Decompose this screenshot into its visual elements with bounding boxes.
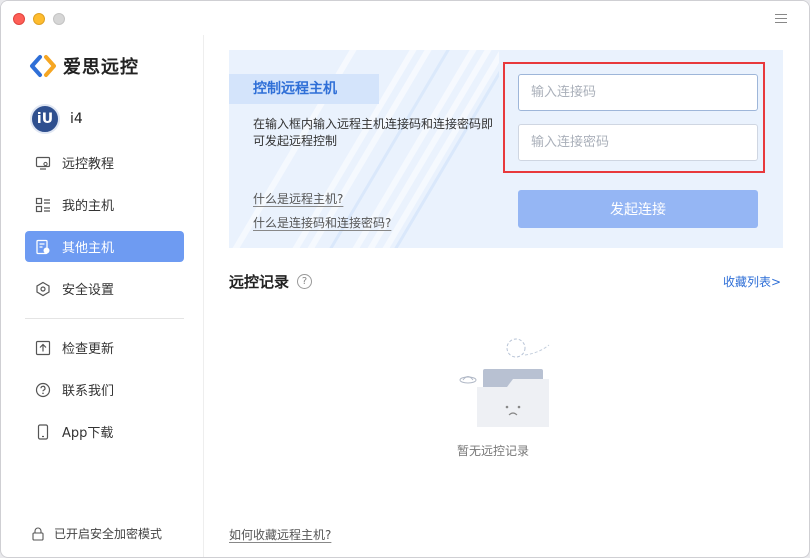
app-window: 爱思远控 iU i4 远控教程 我的主机 其他主机 安全设置 检查更新 联系我们… [0,0,810,558]
secure-mode-status: 已开启安全加密模式 [31,525,162,542]
help-icon[interactable]: ? [297,274,313,289]
user-profile[interactable]: iU i4 [30,104,83,134]
nav-item-label: 联系我们 [62,384,115,399]
favorites-list-link[interactable]: 收藏列表> [723,273,781,290]
app-name: 爱思远控 [63,57,139,78]
nav-item-my-hosts[interactable]: 我的主机 [25,189,184,220]
logo-icon [30,55,56,77]
connection-code-input[interactable] [518,74,758,111]
nav-item-label: App下载 [62,426,114,441]
titlebar [1,1,809,35]
app-logo: 爱思远控 [29,53,139,79]
close-window-button[interactable] [13,13,25,25]
lock-icon [32,527,44,541]
menu-icon[interactable] [775,11,787,24]
nav-item-security[interactable]: 安全设置 [25,273,184,304]
nav-item-app-download[interactable]: App下载 [25,416,184,447]
banner-title: 控制远程主机 [229,74,379,104]
nav-item-label: 远控教程 [62,157,115,172]
sidebar: 爱思远控 iU i4 远控教程 我的主机 其他主机 安全设置 检查更新 联系我们… [1,35,204,557]
nav-item-check-update[interactable]: 检查更新 [25,332,184,363]
maximize-window-button[interactable] [53,13,65,25]
what-is-remote-host-link[interactable]: 什么是远程主机? [253,190,343,207]
records-header: 远控记录 ? [229,271,313,292]
nav-item-label: 我的主机 [62,199,115,214]
banner-description: 在输入框内输入远程主机连接码和连接密码即可发起远程控制 [253,117,494,148]
nav-item-other-hosts[interactable]: 其他主机 [25,231,184,262]
main-panel: 控制远程主机 在输入框内输入远程主机连接码和连接密码即可发起远程控制 什么是远程… [205,35,809,557]
nav-item-contact[interactable]: 联系我们 [25,374,184,405]
minimize-window-button[interactable] [33,13,45,25]
sidebar-divider [25,318,184,319]
records-title: 远控记录 [229,273,290,291]
empty-folder-icon [459,338,550,427]
host-list-icon [35,197,51,213]
connect-banner: 控制远程主机 在输入框内输入远程主机连接码和连接密码即可发起远程控制 什么是远程… [229,50,783,248]
nav-item-tutorial[interactable]: 远控教程 [25,147,184,178]
connection-password-input[interactable] [518,124,758,161]
phone-icon [35,423,51,440]
secure-mode-label: 已开启安全加密模式 [54,527,163,541]
nav-item-label: 检查更新 [62,342,115,357]
upload-icon [35,340,51,356]
empty-records-text: 暂无远控记录 [457,444,530,458]
shield-icon [35,281,51,297]
nav-item-label: 安全设置 [62,283,115,298]
other-host-icon [35,239,51,255]
nav-item-label: 其他主机 [62,241,115,256]
how-to-favorite-link[interactable]: 如何收藏远程主机? [229,526,331,543]
what-is-code-password-link[interactable]: 什么是连接码和连接密码? [253,214,391,231]
monitor-icon [35,155,51,171]
avatar: iU [30,104,60,134]
help-circle-icon [35,382,51,398]
username: i4 [70,111,83,127]
connect-button[interactable]: 发起连接 [518,190,758,228]
